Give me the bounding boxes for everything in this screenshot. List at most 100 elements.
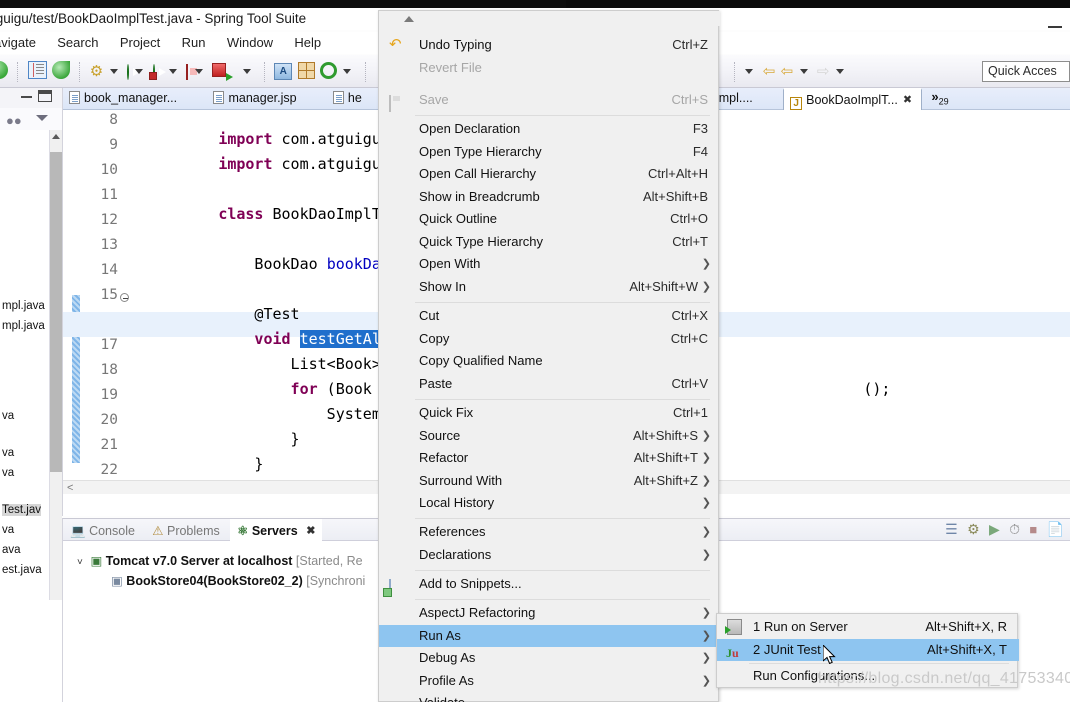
new-annotation-icon[interactable]: A [274, 61, 293, 80]
target-dropdown-icon[interactable] [343, 69, 352, 74]
menu-item-project[interactable]: Project [111, 32, 169, 53]
close-icon[interactable]: ✖ [306, 521, 315, 542]
spring-icon[interactable] [0, 59, 8, 80]
menu-item-quick-fix[interactable]: Quick Fix Ctrl+1 [379, 402, 720, 425]
history-dropdown-icon[interactable] [745, 69, 754, 74]
run-external-icon[interactable] [148, 63, 163, 80]
minimize-view-icon[interactable]: ☰ [945, 521, 958, 537]
menu-item-cut[interactable]: Cut Ctrl+X [379, 305, 720, 328]
new-grid-icon[interactable] [297, 60, 315, 80]
list-item[interactable]: mpl.java [2, 300, 45, 312]
table-row[interactable]: ▣ BookStore04(BookStore02_2) [Synchroni [111, 573, 365, 588]
debug-dropdown-icon[interactable] [109, 69, 118, 74]
scroll-up-icon[interactable] [52, 134, 60, 139]
stop-icon[interactable] [186, 63, 189, 80]
submenu-item-junit-test[interactable]: Ju 2 JUnit Test Alt+Shift+X, T [717, 638, 1019, 661]
menu-item-debug-as[interactable]: Debug As ❯ [379, 647, 720, 670]
link-with-editor-icon[interactable]: ●● [6, 113, 22, 128]
editor-tab-bookdaoimpltest[interactable]: J BookDaoImplT... ✖ [783, 88, 923, 111]
menu-item-add-to-snippets[interactable]: Add to Snippets... [379, 573, 720, 596]
list-item[interactable]: va [2, 447, 14, 459]
explorer-scroll-thumb[interactable] [50, 152, 62, 472]
back-icon[interactable]: ⇦ [763, 61, 776, 80]
menu-item-run-as[interactable]: Run As ❯ [379, 624, 720, 647]
menu-item-paste[interactable]: Paste Ctrl+V [379, 373, 720, 396]
menu-item-help[interactable]: Help [285, 32, 330, 53]
menu-item-copy-qualified-name[interactable]: Copy Qualified Name [379, 350, 720, 373]
maximize-view-icon[interactable] [38, 90, 52, 102]
menu-item-show-in-breadcrumb[interactable]: Show in Breadcrumb Alt+Shift+B [379, 186, 720, 209]
start-server-icon[interactable]: ▶ [989, 521, 1000, 537]
overflow-chevron-icon: » [931, 89, 939, 104]
menu-item-copy[interactable]: Copy Ctrl+C [379, 328, 720, 351]
menu-item-quick-outline[interactable]: Quick Outline Ctrl+O [379, 208, 720, 231]
list-item-selected[interactable]: Test.jav [2, 504, 41, 516]
submenu-item-run-on-server[interactable]: 1 Run on Server Alt+Shift+X, R [717, 616, 1019, 639]
editor-tab-manager-jsp[interactable]: manager.jsp [207, 88, 305, 110]
list-item[interactable]: va [2, 467, 14, 479]
list-item[interactable]: va [2, 410, 14, 422]
menu-scroll-up-icon[interactable] [379, 11, 720, 26]
run-icon[interactable] [126, 63, 129, 80]
menu-item-aspectj-refactoring[interactable]: AspectJ Refactoring ❯ [379, 602, 720, 625]
menu-item-label: Open Declaration [419, 121, 521, 136]
run-server-icon[interactable] [211, 61, 236, 81]
next-icon[interactable]: ⇨ [817, 61, 830, 80]
next-dropdown-icon[interactable] [835, 69, 844, 74]
menu-item-quick-type-hierarchy[interactable]: Quick Type Hierarchy Ctrl+T [379, 231, 720, 254]
menu-item-search[interactable]: Search [48, 32, 107, 53]
view-menu-icon[interactable] [36, 115, 48, 121]
menu-item-open-with[interactable]: Open With ❯ [379, 253, 720, 276]
expand-twisty-icon[interactable]: ˅ [77, 557, 87, 568]
menu-item-source[interactable]: Source Alt+Shift+S ❯ [379, 425, 720, 448]
menu-item-undo-typing[interactable]: ↶ Undo Typing Ctrl+Z [379, 34, 720, 57]
table-row[interactable]: ˅ ▣ Tomcat v7.0 Server at localhost [Sta… [77, 553, 363, 568]
editor-tab-he[interactable]: he [327, 88, 371, 110]
stop-dropdown-icon[interactable] [194, 69, 203, 74]
scroll-left-icon[interactable]: < [67, 482, 73, 494]
menu-item-show-in[interactable]: Show In Alt+Shift+W ❯ [379, 276, 720, 299]
menu-item-surround-with[interactable]: Surround With Alt+Shift+Z ❯ [379, 470, 720, 493]
run-server-dropdown-icon[interactable] [242, 69, 251, 74]
debug-server-icon[interactable]: ⚙ [967, 521, 980, 537]
minimize-button[interactable] [1048, 26, 1062, 28]
profile-server-icon[interactable]: ⏱ [1009, 521, 1020, 537]
list-item[interactable]: ava [2, 544, 21, 556]
debug-icon[interactable]: ⚙ [90, 61, 103, 80]
menu-item-declarations[interactable]: Declarations ❯ [379, 544, 720, 567]
publish-icon[interactable]: 📄 [1047, 521, 1064, 537]
menu-item-refactor[interactable]: Refactor Alt+Shift+T ❯ [379, 447, 720, 470]
editor-tab-book-manager[interactable]: book_manager... [63, 88, 186, 110]
package-explorer-tree[interactable]: mpl.java mpl.java va va va Test.jav va a… [0, 130, 62, 702]
perspective-icon[interactable] [27, 59, 47, 80]
menu-item-open-call-hierarchy[interactable]: Open Call Hierarchy Ctrl+Alt+H [379, 163, 720, 186]
forward-icon[interactable]: ⇦ [781, 61, 794, 80]
close-icon[interactable]: ✖ [903, 90, 912, 111]
tab-problems[interactable]: ⚠ Problems [145, 521, 227, 542]
menu-item-local-history[interactable]: Local History ❯ [379, 492, 720, 515]
target-icon[interactable] [319, 60, 337, 80]
menu-item-references[interactable]: References ❯ [379, 521, 720, 544]
explorer-vscrollbar[interactable] [49, 130, 62, 600]
run-dropdown-icon[interactable] [135, 69, 144, 74]
editor-context-menu[interactable]: ↶ Undo Typing Ctrl+Z Revert File Save Ct… [378, 10, 720, 702]
menu-item-open-type-hierarchy[interactable]: Open Type Hierarchy F4 [379, 141, 720, 164]
menu-item-window[interactable]: Window [218, 32, 282, 53]
menu-item-profile-as[interactable]: Profile As ❯ [379, 670, 720, 693]
list-item[interactable]: mpl.java [2, 320, 45, 332]
tab-servers[interactable]: ⚛ Servers ✖ [230, 519, 323, 543]
leaf-icon[interactable] [52, 59, 71, 80]
run-external-dropdown-icon[interactable] [168, 69, 177, 74]
list-item[interactable]: est.java [2, 564, 42, 576]
tab-console[interactable]: 💻 Console [63, 521, 142, 542]
list-item[interactable]: va [2, 524, 14, 536]
menu-item-validate[interactable]: Validate [379, 692, 720, 702]
menu-item-navigate[interactable]: avigate [0, 32, 45, 53]
forward-dropdown-icon[interactable] [799, 69, 808, 74]
quick-access-input[interactable]: Quick Acces [982, 61, 1070, 82]
editor-tab-overflow[interactable]: »29 [925, 88, 950, 109]
menu-item-open-declaration[interactable]: Open Declaration F3 [379, 118, 720, 141]
menu-item-run[interactable]: Run [173, 32, 215, 53]
minimize-view-icon[interactable] [21, 96, 32, 98]
stop-server-icon[interactable]: ■ [1029, 522, 1037, 537]
